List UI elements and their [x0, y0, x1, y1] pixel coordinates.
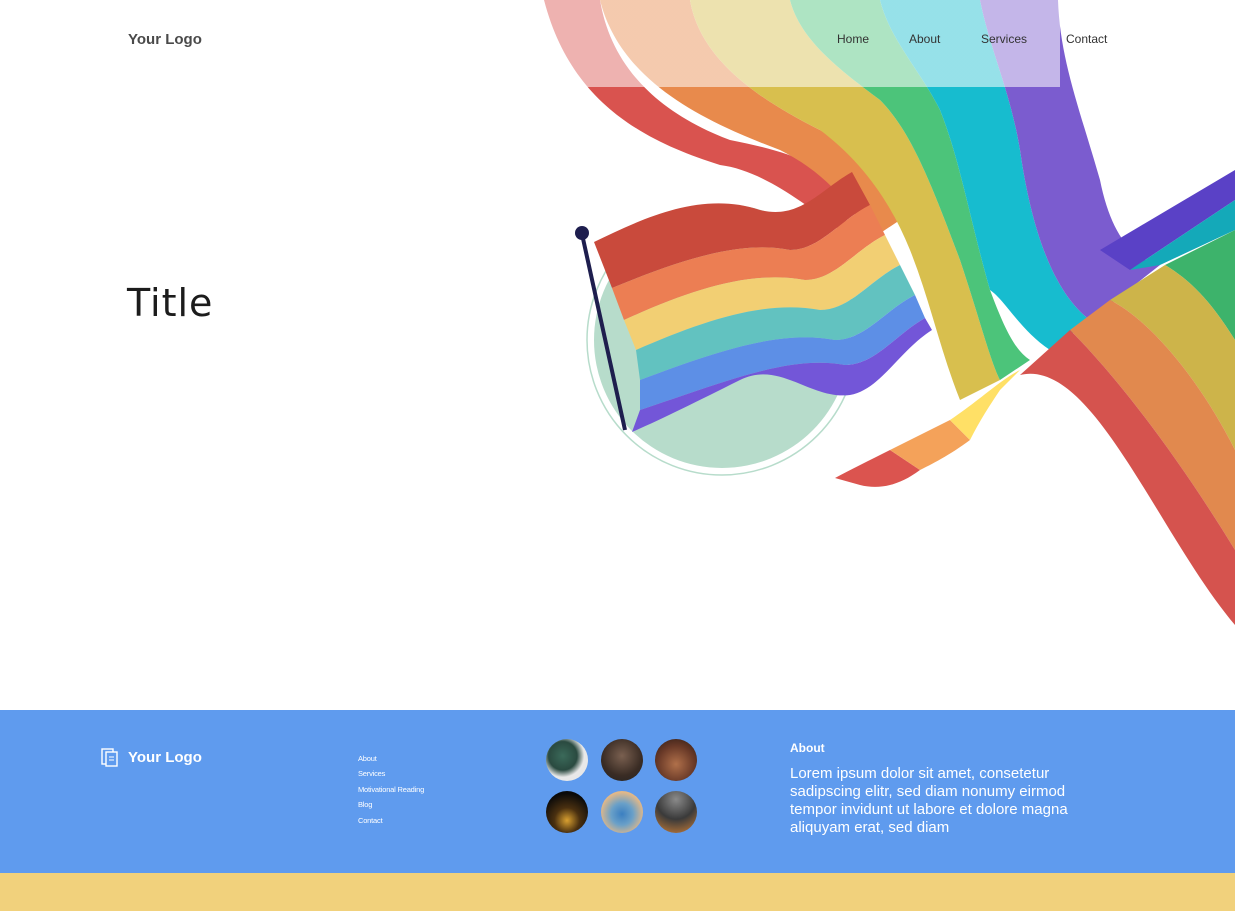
footer-logo[interactable]: Your Logo [100, 747, 202, 767]
gallery-thumb[interactable] [655, 739, 697, 781]
nav-services-link[interactable]: Services [981, 32, 1027, 46]
footer-link-contact[interactable]: Contact [358, 813, 424, 828]
gallery-thumb[interactable] [601, 791, 643, 833]
rainbow-ribbon-illustration [540, 0, 1235, 625]
nav-about-link[interactable]: About [909, 32, 940, 46]
footer-link-about[interactable]: About [358, 751, 424, 766]
gallery-thumb[interactable] [546, 791, 588, 833]
footer-about-text: Lorem ipsum dolor sit amet, consetetur s… [790, 765, 1068, 836]
page: Your Logo Home About Services Contact Ti… [0, 0, 1235, 911]
hero-title: Title [127, 281, 214, 326]
gallery-thumb[interactable] [601, 739, 643, 781]
footer-logo-text: Your Logo [128, 748, 202, 766]
nav-home-link[interactable]: Home [837, 32, 869, 46]
footer-about-heading: About [790, 741, 825, 755]
footer-links: About Services Motivational Reading Blog… [358, 751, 424, 828]
logo-document-icon [101, 748, 118, 767]
footer-link-motivational-reading[interactable]: Motivational Reading [358, 782, 424, 797]
main-nav: Home About Services Contact [0, 32, 1235, 50]
footer-link-services[interactable]: Services [358, 766, 424, 781]
nav-contact-link[interactable]: Contact [1066, 32, 1107, 46]
footer-link-blog[interactable]: Blog [358, 797, 424, 812]
footer: Your Logo About Services Motivational Re… [0, 710, 1235, 873]
gallery-thumb[interactable] [546, 739, 588, 781]
gallery-thumb[interactable] [655, 791, 697, 833]
bottom-strip [0, 873, 1235, 911]
